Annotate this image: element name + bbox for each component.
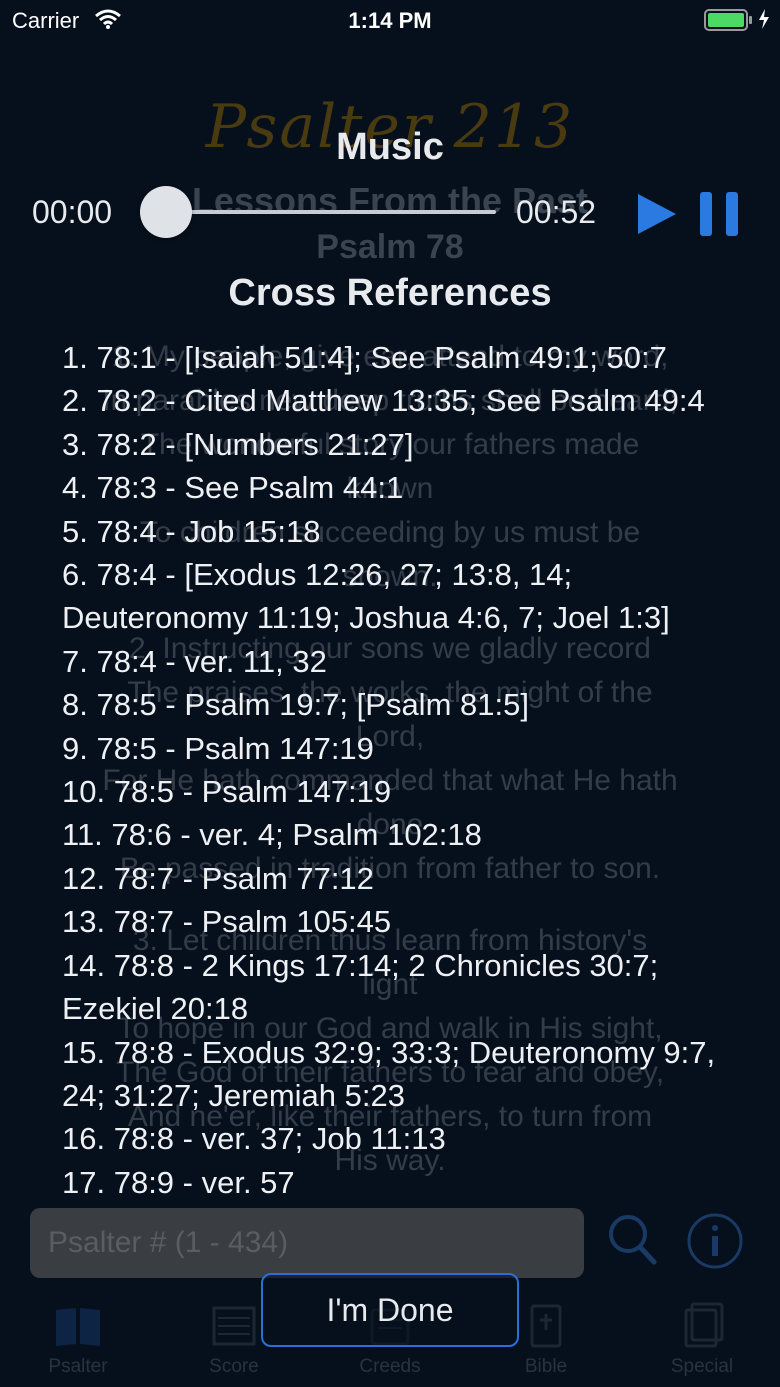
tab-label: Special xyxy=(670,1356,734,1377)
cross-reference-item: 4. 78:3 - See Psalm 44:1 xyxy=(62,470,404,506)
cross-reference-item: 3. 78:2 - [Numbers 21:27] xyxy=(62,426,414,462)
special-icon xyxy=(684,1302,724,1348)
cross-reference-item: 14. 78:8 - 2 Kings 17:14; 2 Chronicles 3… xyxy=(62,947,659,1027)
cross-reference-item: 17. 78:9 - ver. 57 xyxy=(62,1164,295,1200)
cross-reference-item: 2. 78:2 - Cited Matthew 13:35; See Psalm… xyxy=(62,383,705,419)
status-time: 1:14 PM xyxy=(348,8,432,33)
total-time: 00:52 xyxy=(516,194,597,230)
cross-reference-item: 13. 78:7 - Psalm 105:45 xyxy=(62,904,392,940)
tab-special[interactable]: Special xyxy=(624,1300,780,1378)
screen: Psalter 213 Lessons From the Past Psalm … xyxy=(0,0,780,1387)
cross-reference-item: 12. 78:7 - Psalm 77:12 xyxy=(62,860,374,896)
score-icon xyxy=(212,1306,256,1346)
info-icon[interactable] xyxy=(686,1212,744,1270)
tab-label: Bible xyxy=(524,1356,568,1377)
tab-psalter[interactable]: Psalter xyxy=(0,1300,156,1378)
done-button[interactable]: I'm Done xyxy=(261,1273,519,1347)
cross-reference-item: 6. 78:4 - [Exodus 12:26, 27; 13:8, 14; D… xyxy=(62,557,670,636)
cross-reference-item: 16. 78:8 - ver. 37; Job 11:13 xyxy=(62,1121,446,1157)
psalter-number-search-field[interactable]: Psalter # (1 - 434) xyxy=(30,1208,584,1278)
cross-references-list: 1. 78:1 - [Isaiah 51:4]; See Psalm 49:1;… xyxy=(62,336,742,1204)
playback-slider-track[interactable] xyxy=(166,210,496,214)
pause-button[interactable] xyxy=(698,190,740,238)
play-button[interactable] xyxy=(636,190,680,238)
cross-reference-item: 1. 78:1 - [Isaiah 51:4]; See Psalm 49:1;… xyxy=(62,340,667,375)
playback-slider-thumb[interactable] xyxy=(140,186,192,238)
music-heading: Music xyxy=(336,126,444,168)
cross-reference-item: 5. 78:4 - Job 15:18 xyxy=(62,513,321,549)
cross-reference-item: 8. 78:5 - Psalm 19:7; [Psalm 81:5] xyxy=(62,687,529,723)
cross-reference-item: 15. 78:8 - Exodus 32:9; 33:3; Deuteronom… xyxy=(62,1034,716,1113)
cross-references-heading: Cross References xyxy=(228,272,552,314)
status-bar: Carrier 1:14 PM xyxy=(0,0,780,40)
tab-label: Creeds xyxy=(359,1356,421,1377)
elapsed-time: 00:00 xyxy=(32,194,113,230)
search-icon[interactable] xyxy=(606,1212,658,1268)
cross-reference-item: 9. 78:5 - Psalm 147:19 xyxy=(62,730,374,766)
cross-reference-item: 7. 78:4 - ver. 11, 32 xyxy=(62,643,327,679)
book-icon xyxy=(56,1308,100,1346)
tab-label: Psalter xyxy=(48,1356,108,1377)
cross-reference-item: 11. 78:6 - ver. 4; Psalm 102:18 xyxy=(62,817,482,853)
cross-reference-item: 10. 78:5 - Psalm 147:19 xyxy=(62,774,392,810)
battery-icon xyxy=(704,9,752,31)
bible-icon xyxy=(530,1304,562,1348)
search-placeholder: Psalter # (1 - 434) xyxy=(48,1226,289,1259)
tab-label: Score xyxy=(209,1356,259,1377)
charging-bolt-icon xyxy=(759,9,769,29)
